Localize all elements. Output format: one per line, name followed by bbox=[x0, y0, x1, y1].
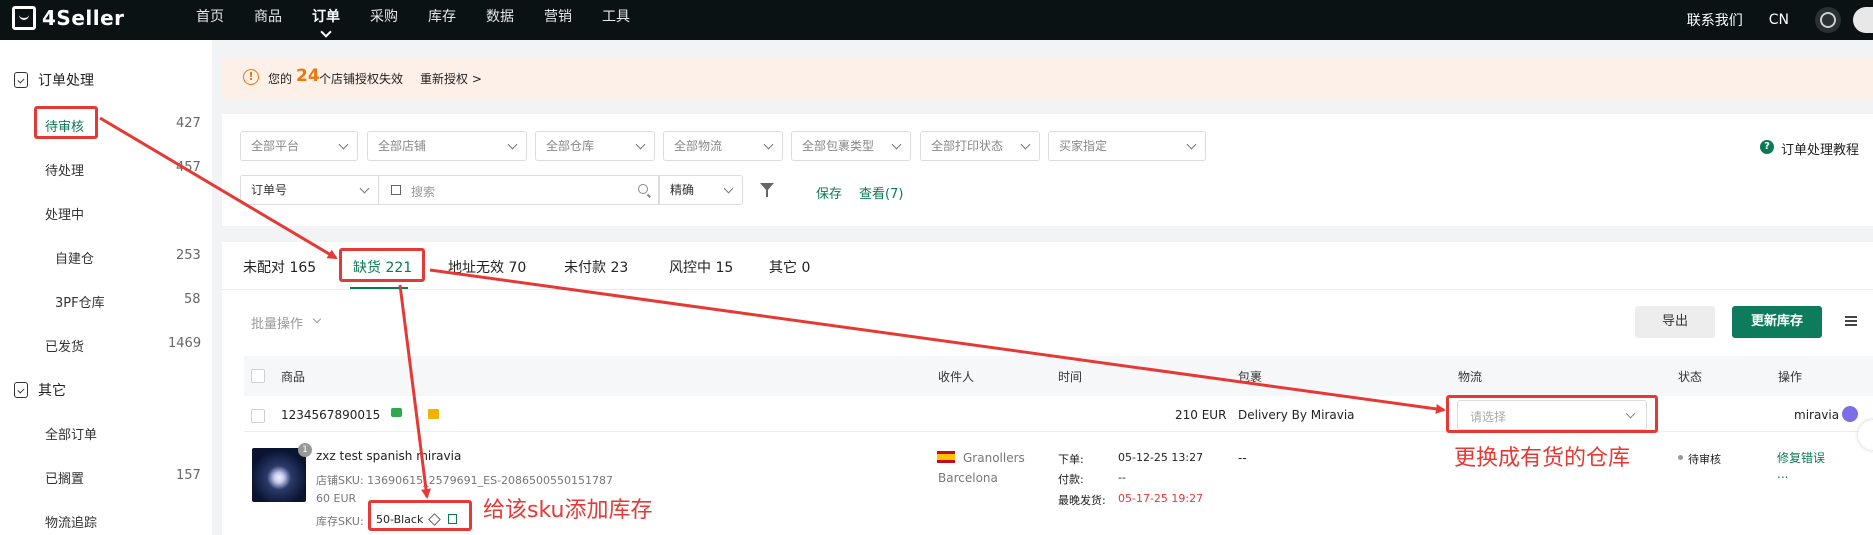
arrow-sidebar-to-tab bbox=[99, 116, 338, 260]
annotation-arrows bbox=[99, 116, 1446, 499]
arrow-tab-to-stock-sku bbox=[398, 284, 431, 499]
arrow-tab-to-logistics bbox=[429, 268, 1446, 414]
